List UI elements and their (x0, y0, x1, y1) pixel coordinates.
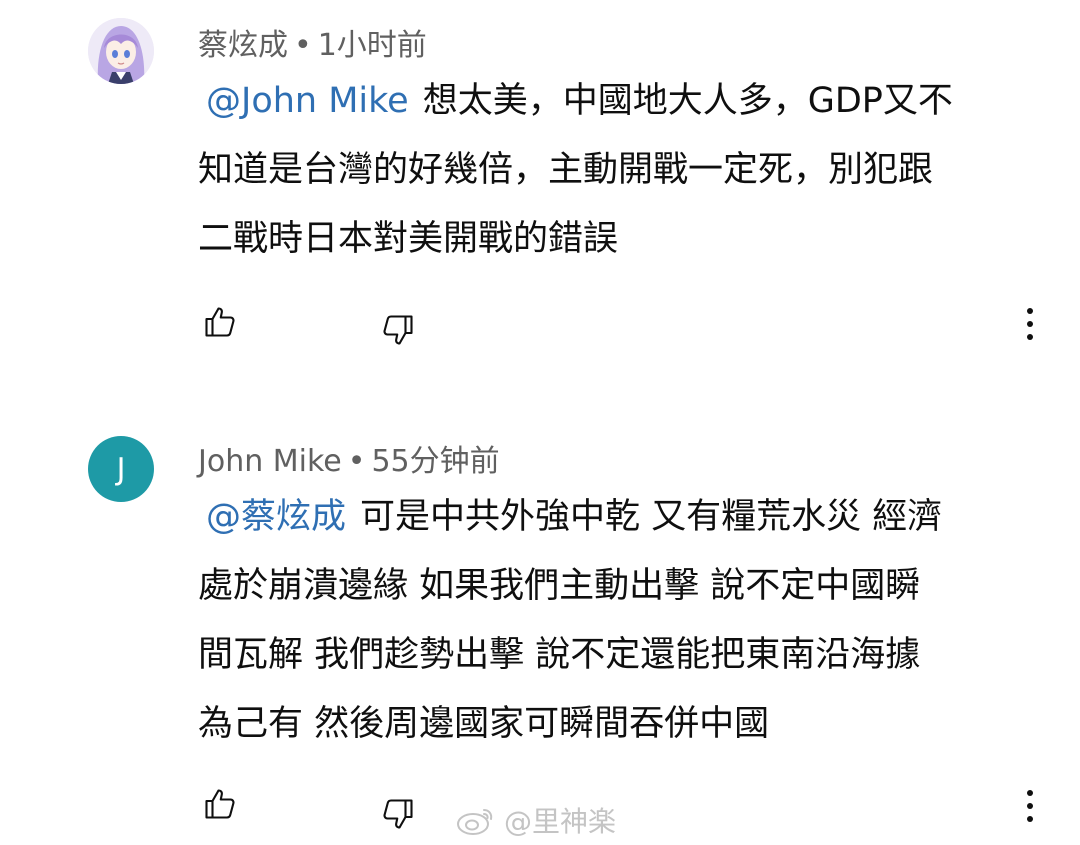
comment-2: J John Mike • 55分钟前 @蔡炫成 可是中共外強中乾 又有糧荒水災 經濟… (0, 400, 1080, 845)
comment-line: 處於崩潰邊緣 如果我們主動出擊 說不定中國瞬 (198, 566, 921, 606)
comment-text: @蔡炫成 可是中共外強中乾 又有糧荒水災 經濟 處於崩潰邊緣 如果我們主動出擊 說… (198, 483, 1038, 759)
thumbs-down-icon (383, 799, 413, 829)
meta-separator: • (347, 444, 366, 479)
more-vertical-icon-dot (1027, 321, 1033, 327)
more-vertical-icon (1027, 790, 1033, 796)
like-button[interactable] (200, 784, 240, 824)
timestamp: 1小时前 (317, 28, 427, 63)
thumbs-down-icon (383, 315, 413, 345)
dislike-button[interactable] (378, 310, 418, 350)
timestamp: 55分钟前 (371, 444, 500, 479)
comment-text: @John Mike 想太美，中國地大人多，GDP又不 知道是台灣的好幾倍，主動開… (198, 67, 1038, 274)
more-vertical-icon-dot (1027, 334, 1033, 340)
mention-link[interactable]: @John Mike (206, 81, 409, 121)
anime-girl-avatar-icon (88, 18, 154, 84)
more-options-button[interactable] (1023, 304, 1037, 344)
comment-line-text: 可是中共外強中乾 又有糧荒水災 經濟 (360, 497, 943, 537)
thumbs-up-icon (205, 307, 235, 337)
comment-meta: John Mike • 55分钟前 (198, 436, 500, 480)
comment-meta: 蔡炫成 • 1小时前 (198, 20, 427, 64)
more-options-button[interactable] (1023, 786, 1037, 826)
comment-line: 二戰時日本對美開戰的錯誤 (198, 219, 619, 259)
comment-line: @蔡炫成 可是中共外強中乾 又有糧荒水災 經濟 (198, 483, 1038, 552)
comment-line: @John Mike 想太美，中國地大人多，GDP又不 (198, 67, 1038, 136)
weibo-icon (457, 809, 493, 835)
mention-link[interactable]: @蔡炫成 (206, 497, 346, 537)
thumbs-up-icon (205, 789, 235, 819)
watermark-text: @里神楽 (504, 805, 617, 838)
comment-line-text: 想太美，中國地大人多，GDP又不 (422, 81, 953, 121)
comment-1: 蔡炫成 • 1小时前 @John Mike 想太美，中國地大人多，GDP又不 知道是台… (0, 0, 1080, 400)
like-button[interactable] (200, 302, 240, 342)
more-vertical-icon (1027, 308, 1033, 314)
comment-line: 間瓦解 我們趁勢出擊 說不定還能把東南沿海據 (198, 635, 921, 675)
author-name[interactable]: 蔡炫成 (198, 28, 288, 63)
avatar[interactable]: J (88, 436, 154, 502)
avatar[interactable] (88, 18, 154, 84)
meta-separator: • (294, 28, 312, 63)
more-vertical-icon-dot (1027, 803, 1033, 809)
comment-line: 知道是台灣的好幾倍，主動開戰一定死，別犯跟 (198, 150, 934, 190)
watermark: @里神楽 (456, 800, 616, 840)
author-name[interactable]: John Mike (198, 444, 342, 479)
comment-line: 為己有 然後周邊國家可瞬間吞併中國 (198, 704, 770, 744)
dislike-button[interactable] (378, 794, 418, 834)
more-vertical-icon-dot (1027, 816, 1033, 822)
